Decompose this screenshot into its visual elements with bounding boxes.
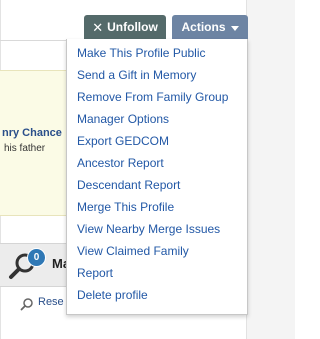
menu-item-descendant-report[interactable]: Descendant Report — [77, 174, 228, 196]
menu-item-make-profile-public[interactable]: Make This Profile Public — [77, 42, 228, 64]
actions-dropdown-button[interactable]: Actions — [172, 15, 248, 39]
actions-dropdown-menu: Make This Profile Public Send a Gift in … — [66, 39, 248, 315]
menu-item-view-merge-issues[interactable]: View Nearby Merge Issues — [77, 218, 228, 240]
actions-menu-list: Make This Profile Public Send a Gift in … — [77, 42, 228, 306]
right-sidebar-strip — [246, 0, 295, 339]
close-icon: ✕ — [92, 19, 104, 35]
menu-item-export-gedcom[interactable]: Export GEDCOM — [77, 130, 228, 152]
research-link[interactable]: Rese — [38, 296, 64, 308]
unfollow-button[interactable]: ✕ Unfollow — [84, 15, 166, 39]
menu-item-manager-options[interactable]: Manager Options — [77, 108, 228, 130]
menu-item-ancestor-report[interactable]: Ancestor Report — [77, 152, 228, 174]
caret-down-icon — [230, 25, 239, 31]
relationship-text: his father — [4, 143, 46, 154]
actions-button-label: Actions — [181, 20, 226, 34]
menu-item-remove-from-family-group[interactable]: Remove From Family Group — [77, 86, 228, 108]
unfollow-button-label: Unfollow — [107, 20, 158, 34]
menu-item-view-claimed-family[interactable]: View Claimed Family — [77, 240, 228, 262]
search-icon — [20, 298, 33, 311]
notification-badge: 0 — [27, 248, 46, 267]
menu-item-report[interactable]: Report — [77, 262, 228, 284]
menu-item-merge-profile[interactable]: Merge This Profile — [77, 196, 228, 218]
relative-name-link[interactable]: nry Chance — [2, 127, 62, 139]
menu-item-send-gift-in-memory[interactable]: Send a Gift in Memory — [77, 64, 228, 86]
menu-item-delete-profile[interactable]: Delete profile — [77, 284, 228, 306]
